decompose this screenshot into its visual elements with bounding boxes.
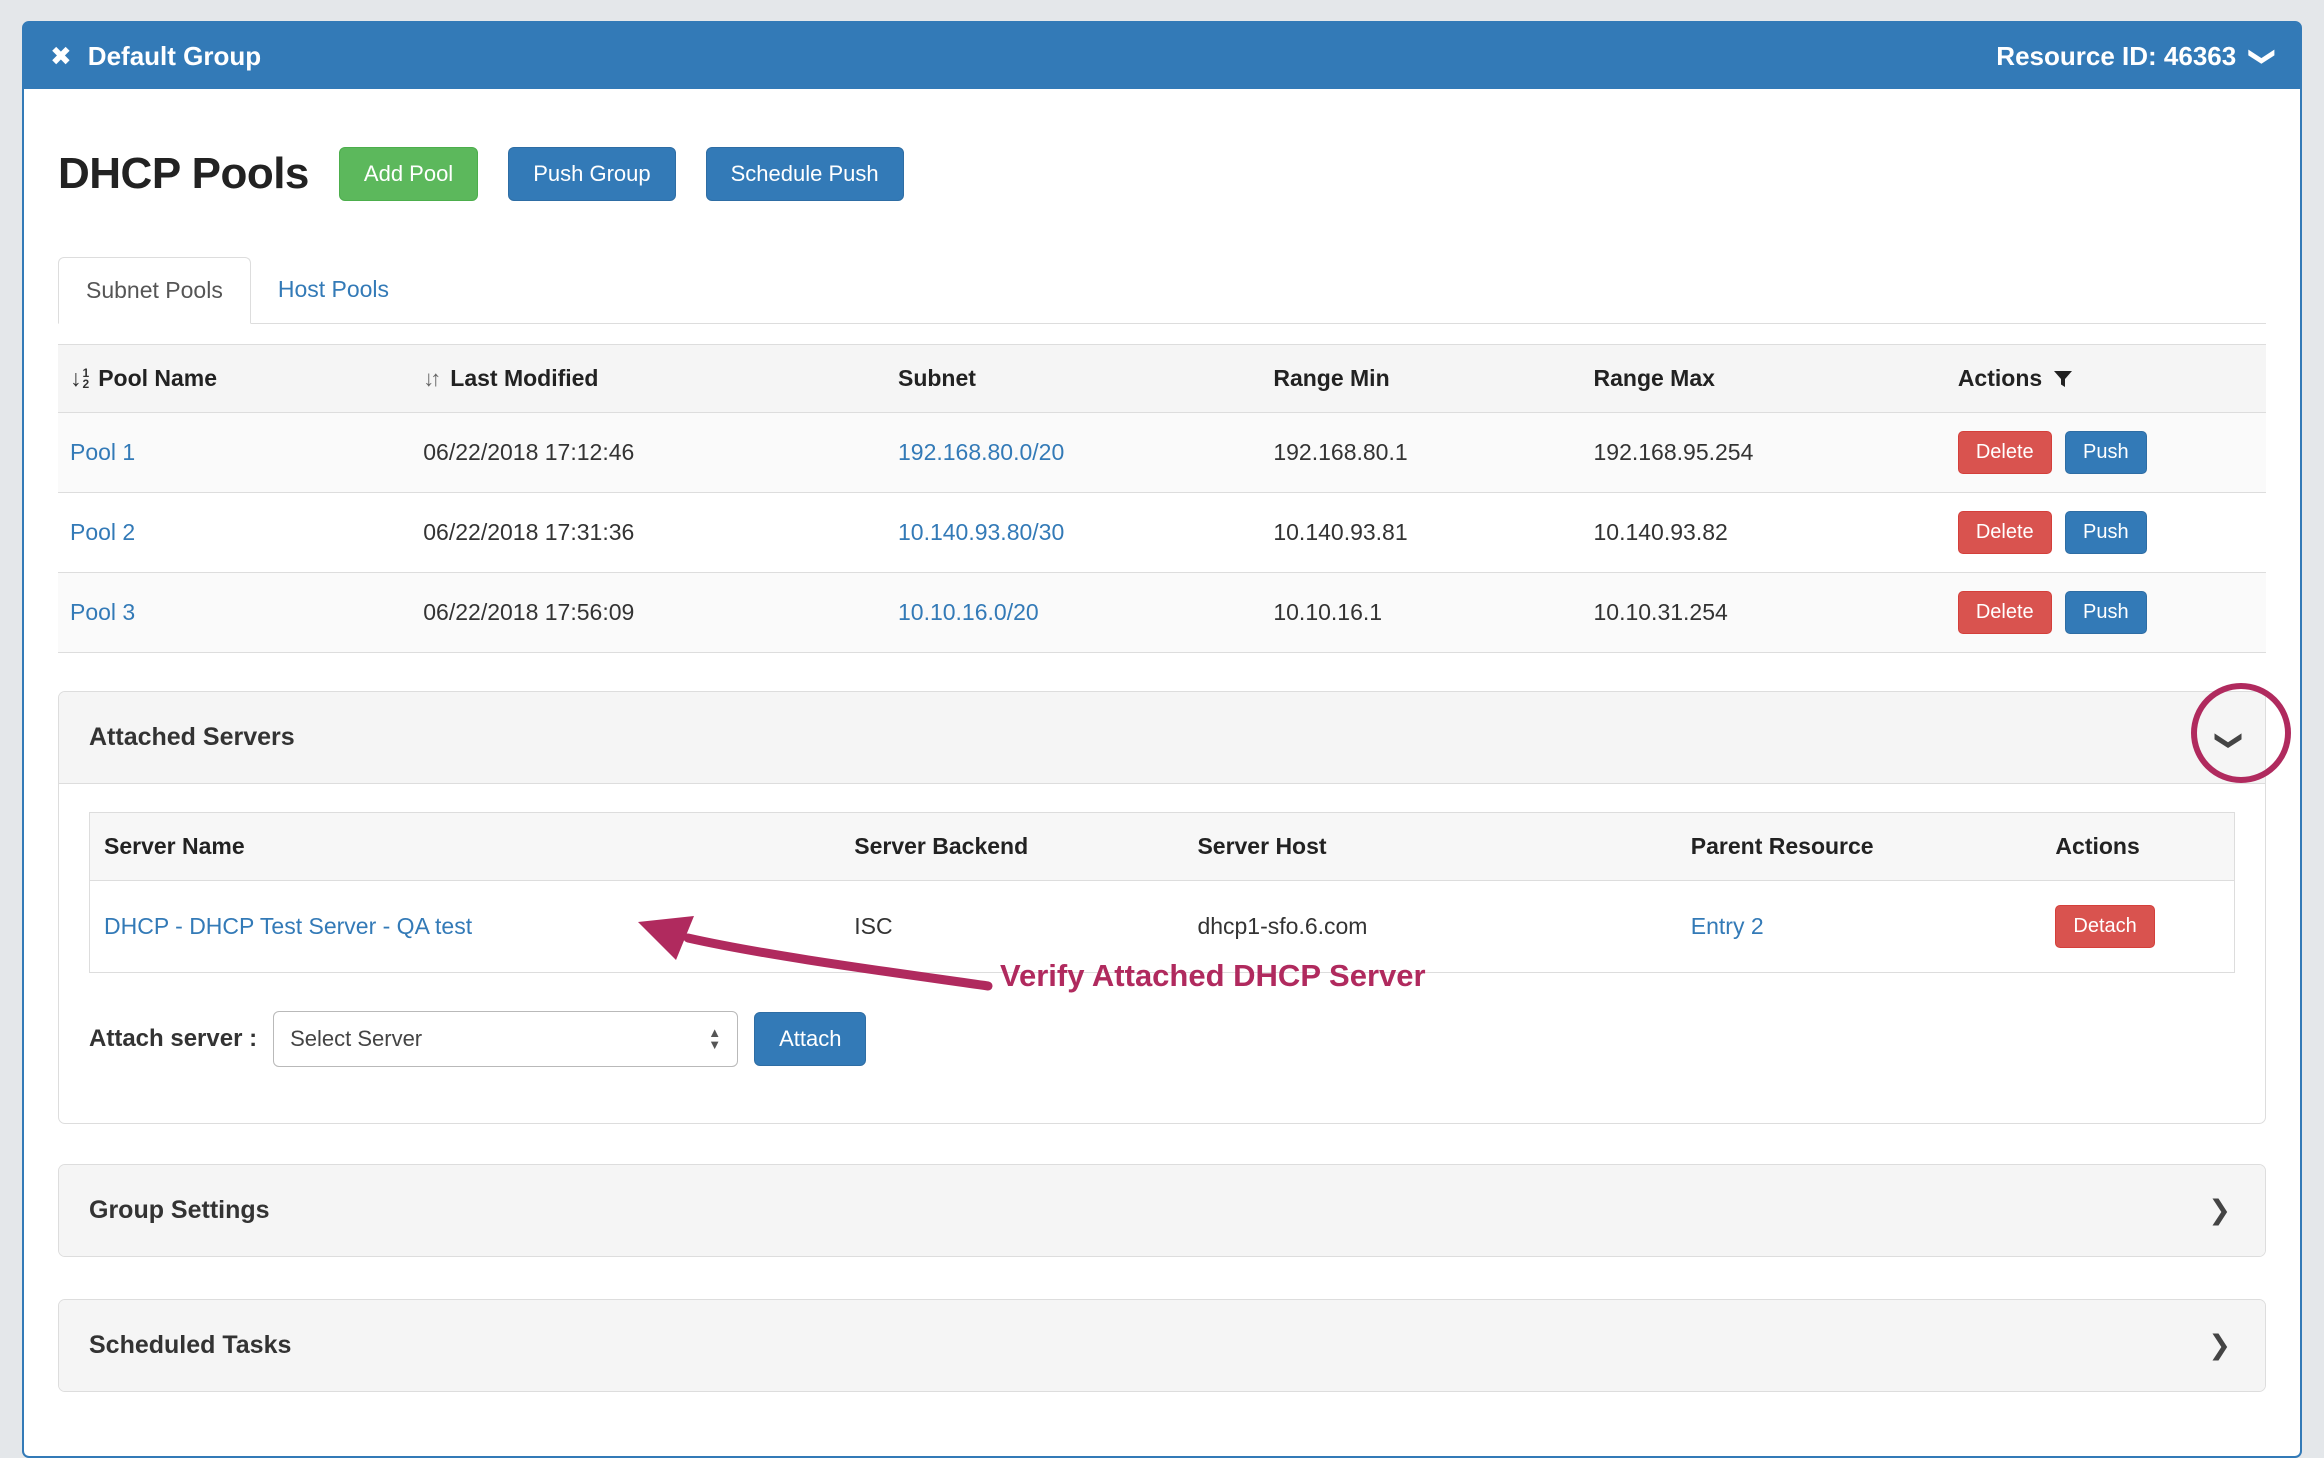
scheduled-tasks-title: Scheduled Tasks (89, 1331, 291, 1359)
page-title: DHCP Pools (58, 149, 309, 199)
server-backend: ISC (840, 881, 1183, 973)
delete-button[interactable]: Delete (1958, 431, 2052, 474)
attached-servers-table: Server Name Server Backend Server Host P… (89, 812, 2235, 973)
add-pool-button[interactable]: Add Pool (339, 147, 478, 201)
range-min: 192.168.80.1 (1261, 413, 1581, 493)
group-settings-header[interactable]: Group Settings ❯ (59, 1165, 2265, 1256)
col-parent-resource: Parent Resource (1677, 813, 2042, 881)
panel-header: ✖ Default Group Resource ID: 46363 ❯ (24, 23, 2300, 89)
chevron-right-icon[interactable]: ❯ (2208, 1195, 2231, 1226)
range-min: 10.10.16.1 (1261, 573, 1581, 653)
col-server-host: Server Host (1183, 813, 1676, 881)
pools-header-row: ↓ 12 Pool Name ↓↑ (58, 345, 2266, 413)
close-icon[interactable]: ✖ (50, 41, 72, 72)
pool-name-link[interactable]: Pool 2 (70, 519, 135, 545)
select-value: Select Server (290, 1026, 422, 1052)
subnet-link[interactable]: 192.168.80.0/20 (898, 439, 1064, 465)
server-name-link[interactable]: DHCP - DHCP Test Server - QA test (104, 913, 472, 939)
chevron-down-icon[interactable]: ❯ (2214, 729, 2245, 752)
pool-tabs: Subnet Pools Host Pools (58, 257, 2266, 324)
col-server-name: Server Name (90, 813, 841, 881)
col-subnet: Subnet (898, 365, 976, 391)
filter-icon[interactable] (2052, 368, 2074, 390)
detach-button[interactable]: Detach (2055, 905, 2154, 948)
pool-modified: 06/22/2018 17:56:09 (411, 573, 886, 653)
pool-modified: 06/22/2018 17:12:46 (411, 413, 886, 493)
col-pool-name[interactable]: Pool Name (98, 365, 217, 392)
subnet-pools-table: ↓ 12 Pool Name ↓↑ (58, 344, 2266, 653)
chevron-down-icon: ❯ (2248, 45, 2279, 67)
tab-subnet-pools[interactable]: Subnet Pools (58, 257, 251, 324)
attach-server-label: Attach server : (89, 1025, 257, 1053)
tab-host-pools[interactable]: Host Pools (251, 257, 416, 324)
attach-server-row: Attach server : Select Server ▲▼ Attach (89, 1011, 2235, 1067)
group-settings-panel: Group Settings ❯ (58, 1164, 2266, 1257)
col-range-max: Range Max (1594, 365, 1715, 391)
server-host: dhcp1-sfo.6.com (1183, 881, 1676, 973)
col-last-modified[interactable]: Last Modified (450, 365, 598, 392)
select-arrows-icon: ▲▼ (708, 1027, 721, 1051)
range-min: 10.140.93.81 (1261, 493, 1581, 573)
delete-button[interactable]: Delete (1958, 591, 2052, 634)
push-button[interactable]: Push (2065, 431, 2147, 474)
subnet-link[interactable]: 10.140.93.80/30 (898, 519, 1064, 545)
attach-button[interactable]: Attach (754, 1012, 866, 1066)
range-max: 10.10.31.254 (1582, 573, 1946, 653)
group-title: Default Group (88, 41, 261, 72)
pool-modified: 06/22/2018 17:31:36 (411, 493, 886, 573)
col-server-actions: Actions (2041, 813, 2234, 881)
col-range-min: Range Min (1273, 365, 1389, 391)
pool-name-link[interactable]: Pool 1 (70, 439, 135, 465)
resource-id: Resource ID: 46363 (1996, 41, 2236, 72)
chevron-right-icon[interactable]: ❯ (2208, 1330, 2231, 1361)
col-actions: Actions (1958, 365, 2042, 392)
subnet-link[interactable]: 10.10.16.0/20 (898, 599, 1039, 625)
range-max: 192.168.95.254 (1582, 413, 1946, 493)
parent-resource-link[interactable]: Entry 2 (1691, 913, 1764, 939)
sort-icon[interactable]: ↓↑ (423, 366, 441, 392)
push-group-button[interactable]: Push Group (508, 147, 675, 201)
col-server-backend: Server Backend (840, 813, 1183, 881)
scheduled-tasks-panel: Scheduled Tasks ❯ (58, 1299, 2266, 1392)
servers-header-row: Server Name Server Backend Server Host P… (90, 813, 2235, 881)
default-group-panel: ✖ Default Group Resource ID: 46363 ❯ DHC… (22, 21, 2302, 1458)
group-settings-title: Group Settings (89, 1196, 270, 1224)
server-row: DHCP - DHCP Test Server - QA test ISC dh… (90, 881, 2235, 973)
pool-name-link[interactable]: Pool 3 (70, 599, 135, 625)
sort-numeric-icon[interactable]: ↓ 12 (70, 365, 89, 392)
scheduled-tasks-header[interactable]: Scheduled Tasks ❯ (59, 1300, 2265, 1391)
pool-row: Pool 1 06/22/2018 17:12:46 192.168.80.0/… (58, 413, 2266, 493)
pool-row: Pool 2 06/22/2018 17:31:36 10.140.93.80/… (58, 493, 2266, 573)
attach-server-select[interactable]: Select Server ▲▼ (273, 1011, 738, 1067)
push-button[interactable]: Push (2065, 511, 2147, 554)
attached-servers-title: Attached Servers (89, 723, 295, 751)
resource-id-toggle[interactable]: Resource ID: 46363 ❯ (1996, 41, 2274, 72)
pool-row: Pool 3 06/22/2018 17:56:09 10.10.16.0/20… (58, 573, 2266, 653)
schedule-push-button[interactable]: Schedule Push (706, 147, 904, 201)
attached-servers-panel: Attached Servers ❯ Server Name Server Ba… (58, 691, 2266, 1124)
attached-servers-header[interactable]: Attached Servers ❯ (59, 692, 2265, 784)
delete-button[interactable]: Delete (1958, 511, 2052, 554)
range-max: 10.140.93.82 (1582, 493, 1946, 573)
push-button[interactable]: Push (2065, 591, 2147, 634)
toolbar: DHCP Pools Add Pool Push Group Schedule … (58, 147, 2266, 201)
